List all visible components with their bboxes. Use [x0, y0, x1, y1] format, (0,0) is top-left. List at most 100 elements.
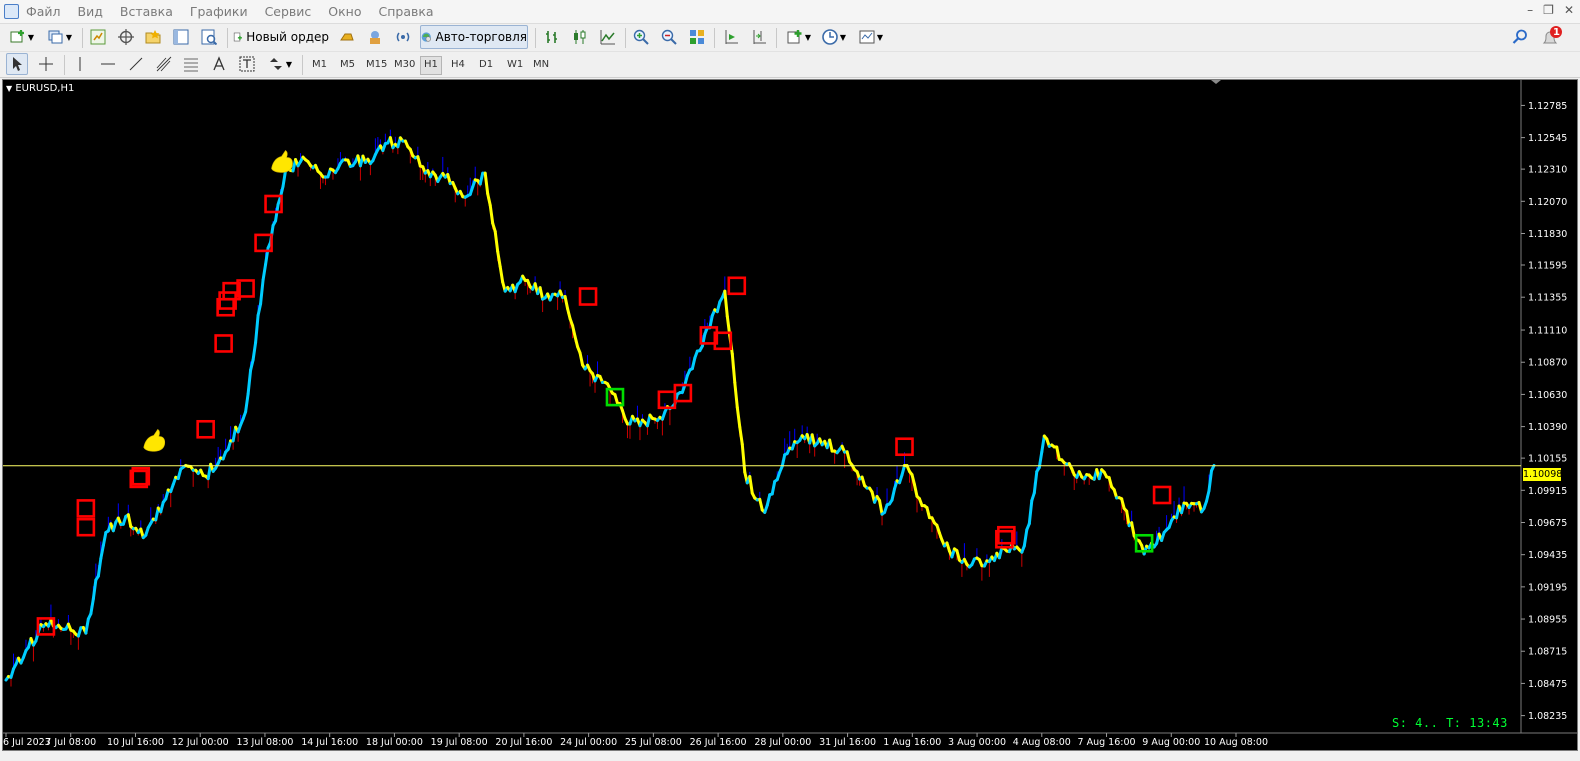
price-tick-label: 1.09675	[1528, 518, 1567, 529]
price-tick-label: 1.11830	[1528, 229, 1567, 240]
price-line-segment	[1205, 489, 1211, 503]
sell-signal-box	[214, 334, 233, 353]
price-line-segment	[733, 381, 739, 409]
hand-arrow-icon	[143, 428, 166, 452]
price-line-segment	[690, 356, 697, 371]
price-line-segment	[770, 479, 777, 496]
time-tick-label: 9 Aug 00:00	[1142, 737, 1200, 748]
price-line-segment	[84, 617, 90, 635]
price-line-segment	[126, 513, 133, 529]
price-tick-label: 1.12785	[1528, 101, 1567, 112]
time-tick-label: 18 Jul 00:00	[366, 737, 423, 748]
price-tick-label: 1.12070	[1528, 197, 1567, 208]
time-tick-label: 31 Jul 16:00	[819, 737, 876, 748]
price-line-segment	[488, 203, 495, 225]
time-tick-label: 10 Jul 16:00	[107, 737, 164, 748]
time-tick-label: 7 Jul 08:00	[45, 737, 96, 748]
price-tick-label: 1.08955	[1528, 615, 1567, 626]
price-tick-label: 1.08475	[1528, 679, 1567, 690]
price-series	[4, 136, 1216, 682]
price-line-segment	[281, 168, 288, 188]
price-chart[interactable]: 1.12785 1.12545 1.12310 1.12070 1.11830 1.115…	[0, 0, 1580, 761]
caret-down-icon: ▼	[6, 84, 13, 93]
signal-markers	[36, 194, 1172, 636]
price-line-segment	[251, 341, 258, 362]
sell-signal-box	[727, 276, 747, 296]
current-price-label: 1.10098	[1523, 468, 1563, 481]
time-tick-label: 12 Jul 00:00	[172, 737, 229, 748]
price-tick-label: 1.09435	[1528, 550, 1567, 561]
price-tick-label: 1.11110	[1528, 326, 1567, 337]
time-tick-label: 3 Aug 00:00	[948, 737, 1006, 748]
time-tick-label: 26 Jul 16:00	[690, 737, 747, 748]
time-tick-label: 7 Aug 16:00	[1078, 737, 1136, 748]
price-line-segment	[486, 192, 492, 207]
status-readout: S: 4.. T: 13:43	[1392, 716, 1508, 730]
sell-signal-box	[76, 517, 96, 537]
price-line-segment	[538, 286, 545, 301]
time-axis: 6 Jul 20237 Jul 08:00 10 Jul 16:00 12 Jul …	[3, 733, 1268, 748]
price-line-segment	[735, 405, 742, 429]
price-axis: 1.12785 1.12545 1.12310 1.12070 1.11830 1.115…	[1521, 101, 1567, 722]
price-line-segment	[496, 250, 502, 269]
price-line-segment	[96, 556, 103, 578]
price-line-segment	[246, 368, 253, 396]
price-line-segment	[828, 438, 834, 453]
chart-shift-marker-icon[interactable]	[1211, 80, 1221, 84]
time-tick-label: 13 Jul 08:00	[236, 737, 293, 748]
time-tick-label: 14 Jul 16:00	[301, 737, 358, 748]
price-tick-label: 1.10630	[1528, 390, 1567, 401]
price-tick-label: 1.09195	[1528, 582, 1567, 593]
sell-signal-box	[196, 419, 215, 439]
price-line-segment	[573, 335, 580, 349]
time-tick-label: 28 Jul 00:00	[754, 737, 811, 748]
price-line-segment	[925, 506, 931, 520]
price-tick-label: 1.11595	[1528, 261, 1567, 272]
sell-signal-box	[578, 287, 598, 306]
price-line-segment	[483, 171, 490, 196]
price-line-segment	[259, 278, 265, 306]
price-line-segment	[845, 450, 852, 464]
price-line-segment	[723, 289, 729, 318]
time-tick-label: 4 Aug 08:00	[1013, 737, 1071, 748]
price-line-segment	[101, 531, 108, 548]
price-tick-label: 1.10155	[1528, 454, 1567, 465]
bar-wicks	[10, 129, 1210, 687]
chart-title[interactable]: ▼ EURUSD,H1	[6, 83, 74, 94]
time-tick-label: 19 Jul 08:00	[431, 737, 488, 748]
price-line-segment	[244, 392, 250, 414]
price-line-segment	[493, 229, 500, 254]
price-line-segment	[89, 597, 95, 616]
price-tick-label: 1.11355	[1528, 293, 1567, 304]
time-tick-label: 20 Jul 16:00	[495, 737, 552, 748]
chart-symbol-label: EURUSD,H1	[15, 83, 75, 94]
price-tick-label: 1.10390	[1528, 422, 1567, 433]
sell-signal-box	[895, 437, 914, 457]
price-line-segment	[890, 487, 897, 502]
price-line-segment	[738, 425, 744, 446]
price-line-segment	[1022, 528, 1029, 548]
price-line-segment	[578, 351, 585, 367]
price-line-segment	[758, 497, 764, 512]
time-tick-label: 25 Jul 08:00	[625, 737, 682, 748]
price-line-segment	[563, 295, 570, 311]
price-tick-label: 1.08235	[1528, 711, 1567, 722]
price-tick-label: 1.09915	[1528, 486, 1567, 497]
price-line-segment	[997, 545, 1004, 560]
time-tick-label: 24 Jul 00:00	[560, 737, 617, 748]
time-tick-label: 10 Aug 08:00	[1204, 737, 1268, 748]
price-line-segment	[715, 300, 722, 314]
price-line-segment	[254, 313, 260, 345]
price-line-segment	[1040, 434, 1046, 454]
price-line-segment	[730, 352, 737, 385]
price-line-segment	[780, 453, 787, 468]
sell-signal-box	[1152, 485, 1172, 505]
price-tick-label: 1.12310	[1528, 165, 1567, 176]
price-line-segment	[1210, 463, 1216, 473]
price-line-segment	[261, 262, 268, 282]
time-tick-label: 6 Jul 2023	[3, 737, 51, 748]
price-line-segment	[91, 578, 98, 601]
price-line-segment	[1207, 469, 1214, 493]
price-line-segment	[249, 358, 255, 372]
price-line-segment	[498, 265, 505, 284]
